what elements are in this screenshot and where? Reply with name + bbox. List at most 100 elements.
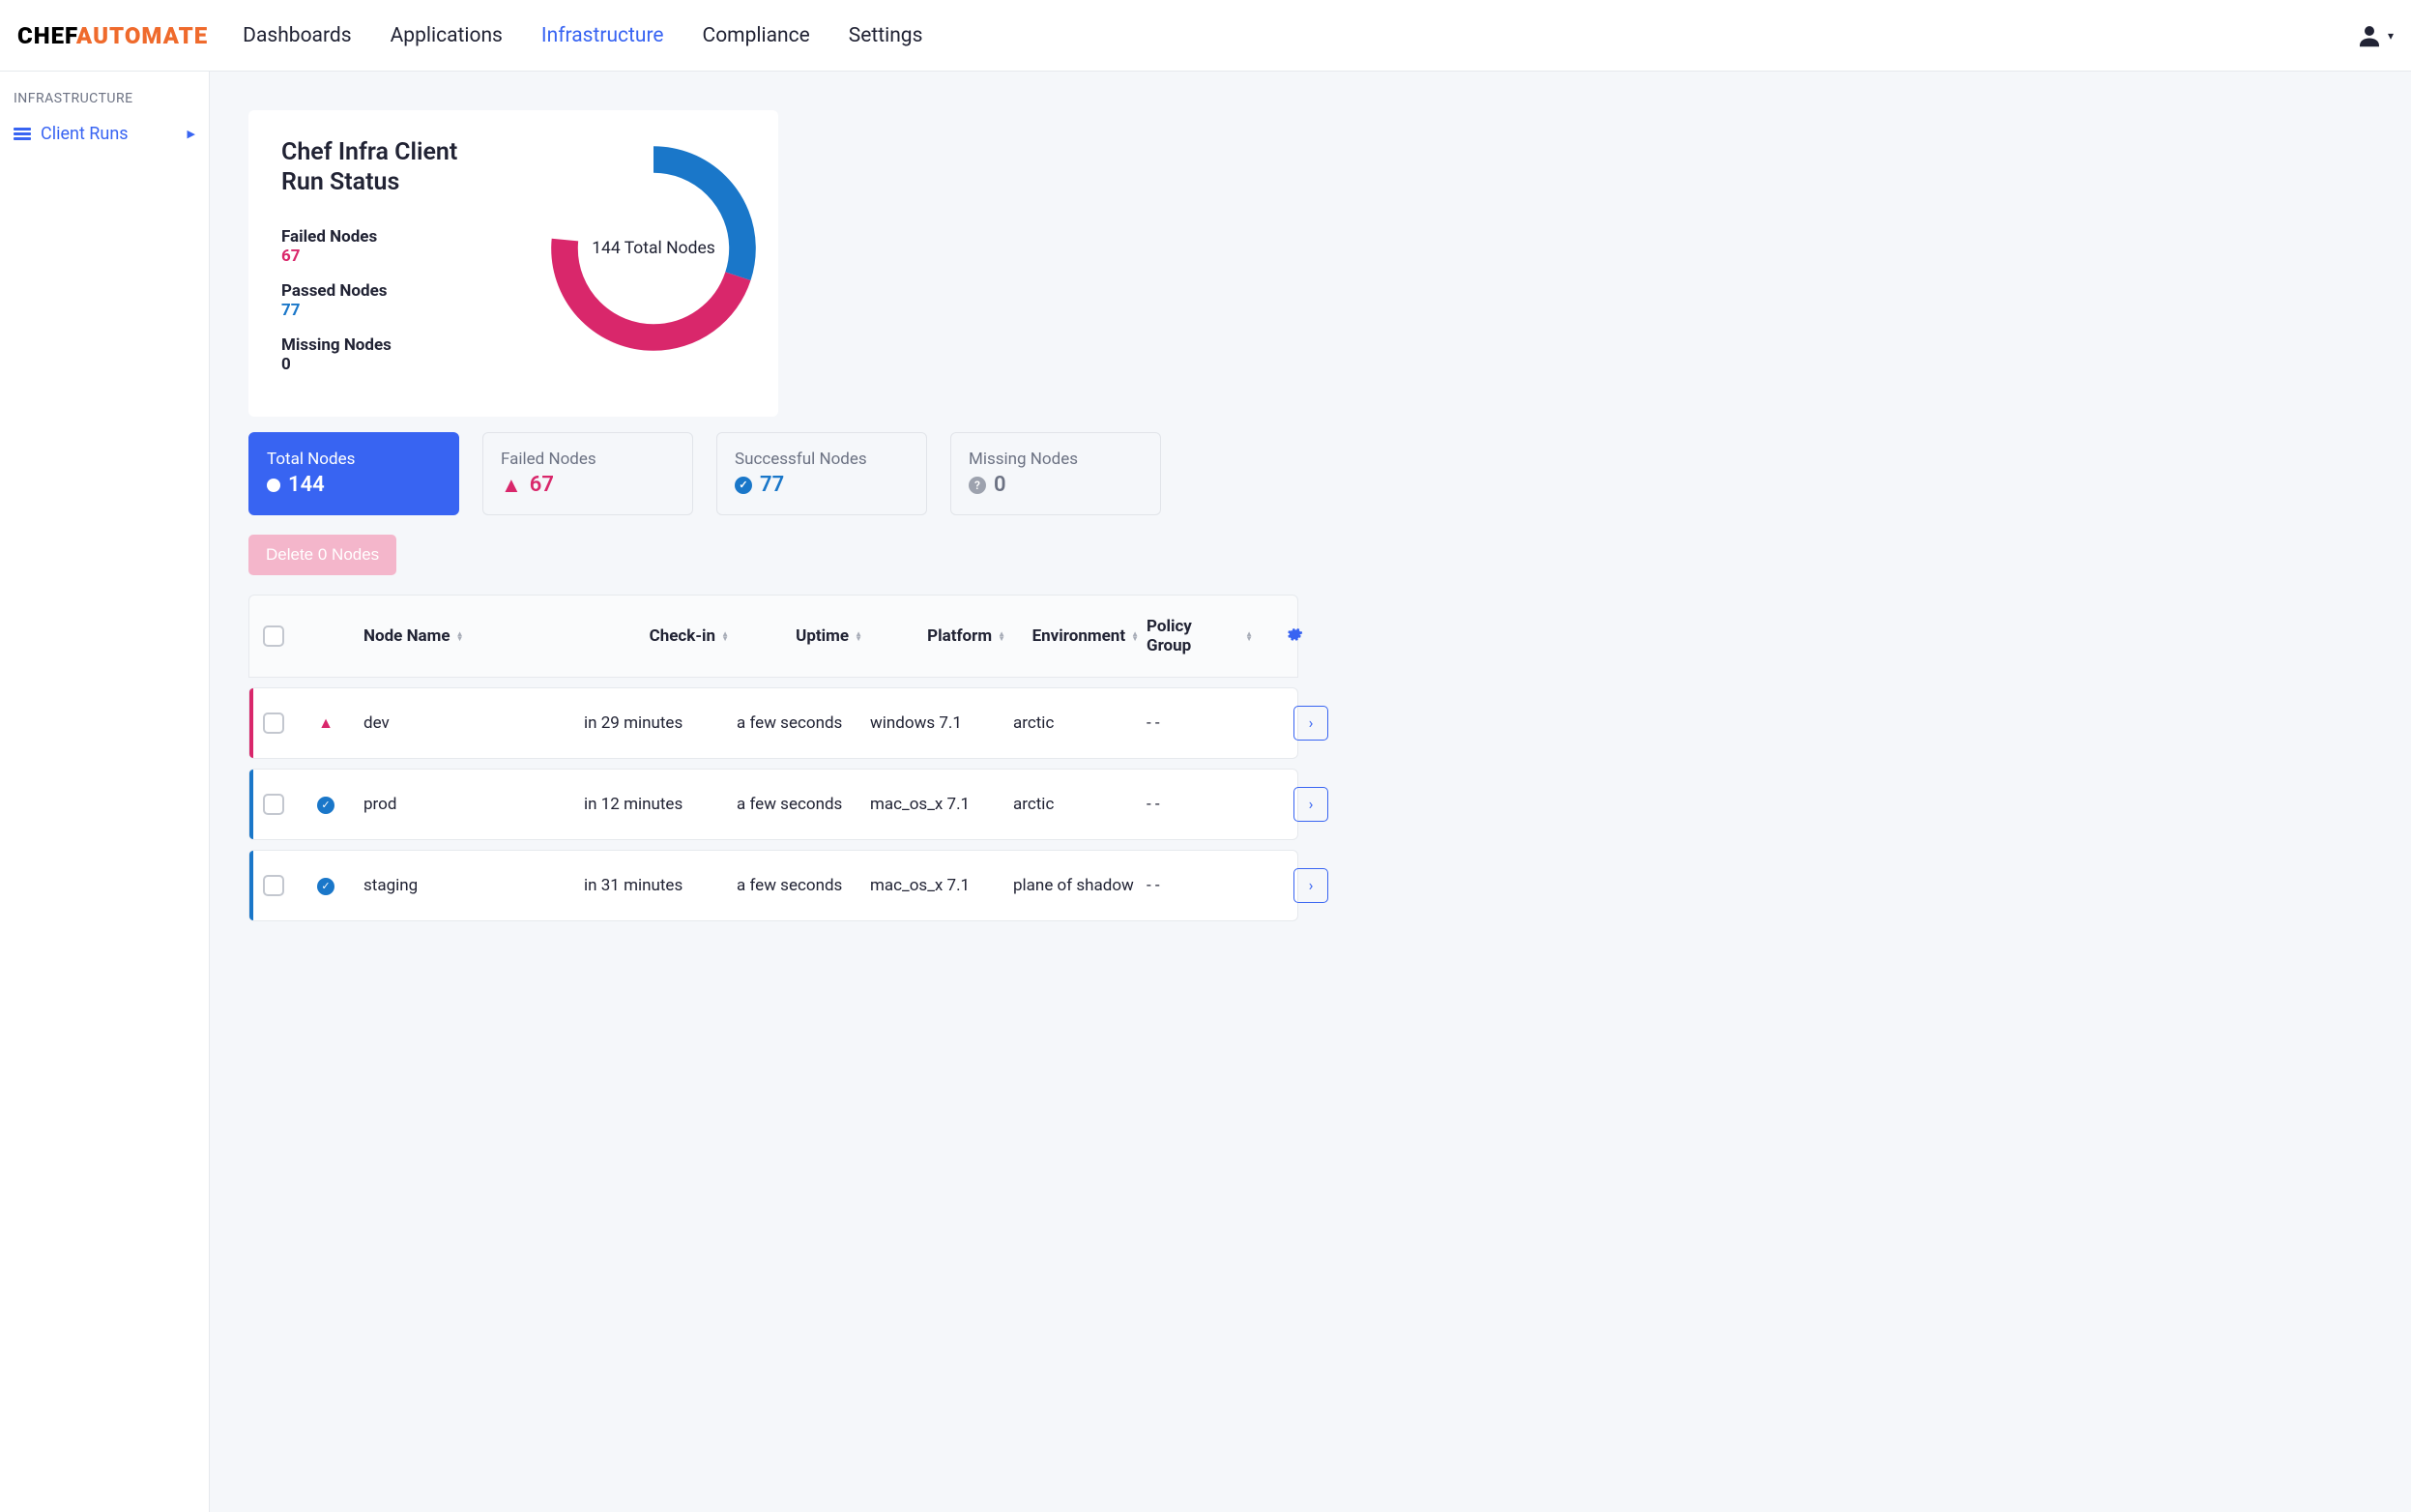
- filter-cards: Total Nodes 144 Failed Nodes ▲ 67 Success…: [248, 432, 2372, 515]
- check-circle-icon: ✓: [735, 477, 752, 494]
- failed-nodes-value: 67: [281, 247, 475, 266]
- main-content: Chef Infra Client Run Status Failed Node…: [210, 72, 2411, 1512]
- col-uptime[interactable]: Uptime▲▼: [737, 626, 862, 646]
- cell-platform: mac_os_x 7.1: [870, 795, 1005, 814]
- status-title: Chef Infra Client Run Status: [281, 137, 475, 198]
- cell-environment: arctic: [1013, 795, 1139, 814]
- gear-icon: [1286, 625, 1303, 643]
- check-circle-icon: ✓: [317, 878, 334, 895]
- filter-total-nodes[interactable]: Total Nodes 144: [248, 432, 459, 515]
- filter-value: 77: [760, 473, 784, 497]
- user-menu[interactable]: ▾: [2355, 21, 2394, 50]
- table-row[interactable]: ▲ dev in 29 minutes a few seconds window…: [248, 687, 1298, 759]
- user-icon: [2355, 21, 2384, 50]
- topbar: CHEFAUTOMATE Dashboards Applications Inf…: [0, 0, 2411, 72]
- cell-uptime: a few seconds: [737, 876, 862, 895]
- sort-icon: ▲▼: [998, 631, 1005, 641]
- chevron-down-icon: ▾: [2388, 29, 2394, 43]
- col-platform[interactable]: Platform▲▼: [870, 626, 1005, 646]
- check-circle-icon: ✓: [317, 797, 334, 814]
- row-expand-button[interactable]: ›: [1293, 706, 1328, 741]
- donut-chart: 144 Total Nodes: [542, 137, 765, 360]
- row-checkbox[interactable]: [263, 875, 284, 896]
- nav-settings[interactable]: Settings: [849, 24, 923, 47]
- filter-label: Total Nodes: [267, 450, 441, 469]
- filter-missing-nodes[interactable]: Missing Nodes ? 0: [950, 432, 1161, 515]
- col-check-in[interactable]: Check-in▲▼: [584, 626, 729, 646]
- nav-applications[interactable]: Applications: [391, 24, 503, 47]
- cell-check-in: in 29 minutes: [584, 713, 729, 733]
- cell-policy-group: - -: [1147, 713, 1253, 733]
- cell-environment: plane of shadow: [1013, 876, 1139, 895]
- passed-nodes-label: Passed Nodes: [281, 281, 475, 301]
- col-node-name[interactable]: Node Name▲▼: [363, 626, 576, 646]
- sidebar-item-label: Client Runs: [41, 124, 129, 144]
- row-expand-button[interactable]: ›: [1293, 787, 1328, 822]
- delete-nodes-button[interactable]: Delete 0 Nodes: [248, 535, 396, 575]
- chevron-right-icon: ›: [1309, 795, 1314, 813]
- cell-uptime: a few seconds: [737, 795, 862, 814]
- table-head: Node Name▲▼ Check-in▲▼ Uptime▲▼ Platform…: [248, 595, 1298, 678]
- logo-chef: CHEF: [17, 22, 76, 49]
- row-checkbox[interactable]: [263, 712, 284, 734]
- row-expand-button[interactable]: ›: [1293, 868, 1328, 903]
- row-checkbox[interactable]: [263, 794, 284, 815]
- list-icon: [14, 128, 31, 141]
- sort-icon: ▲▼: [855, 631, 862, 641]
- caret-right-icon: ▶: [188, 128, 195, 140]
- chevron-right-icon: ›: [1309, 713, 1314, 732]
- sidebar: INFRASTRUCTURE Client Runs ▶: [0, 72, 210, 1512]
- cell-policy-group: - -: [1147, 876, 1253, 895]
- nav-infrastructure[interactable]: Infrastructure: [541, 24, 664, 47]
- filter-label: Missing Nodes: [969, 450, 1143, 469]
- cell-check-in: in 31 minutes: [584, 876, 729, 895]
- failed-nodes-label: Failed Nodes: [281, 227, 475, 247]
- chevron-right-icon: ›: [1309, 876, 1314, 894]
- filter-successful-nodes[interactable]: Successful Nodes ✓ 77: [716, 432, 927, 515]
- status-stripe: [249, 851, 253, 920]
- table-row[interactable]: ✓ staging in 31 minutes a few seconds ma…: [248, 850, 1298, 921]
- sidebar-heading: INFRASTRUCTURE: [14, 91, 195, 106]
- cell-node-name: staging: [363, 876, 576, 895]
- logo: CHEFAUTOMATE: [17, 22, 208, 49]
- col-environment[interactable]: Environment▲▼: [1013, 626, 1139, 646]
- filter-label: Failed Nodes: [501, 450, 675, 469]
- logo-automate: AUTOMATE: [76, 22, 208, 49]
- cell-uptime: a few seconds: [737, 713, 862, 733]
- status-card: Chef Infra Client Run Status Failed Node…: [248, 110, 778, 417]
- filter-value: 0: [994, 473, 1006, 497]
- status-stripe: [249, 770, 253, 839]
- filter-label: Successful Nodes: [735, 450, 909, 469]
- status-stripe: [249, 688, 253, 758]
- top-nav: Dashboards Applications Infrastructure C…: [243, 24, 2355, 47]
- table-settings-button[interactable]: [1261, 625, 1328, 647]
- select-all-checkbox[interactable]: [263, 625, 284, 647]
- sort-icon: ▲▼: [456, 631, 464, 641]
- cell-node-name: prod: [363, 795, 576, 814]
- sort-icon: ▲▼: [721, 631, 729, 641]
- sort-icon: ▲▼: [1245, 631, 1253, 641]
- filter-failed-nodes[interactable]: Failed Nodes ▲ 67: [482, 432, 693, 515]
- donut-center-label: 144 Total Nodes: [542, 137, 765, 360]
- missing-nodes-label: Missing Nodes: [281, 335, 475, 355]
- nodes-table: Node Name▲▼ Check-in▲▼ Uptime▲▼ Platform…: [248, 595, 1298, 921]
- filter-value: 144: [288, 473, 325, 497]
- nav-compliance[interactable]: Compliance: [703, 24, 810, 47]
- missing-nodes-value: 0: [281, 355, 475, 374]
- warning-icon: ▲: [317, 714, 334, 732]
- cell-check-in: in 12 minutes: [584, 795, 729, 814]
- cell-environment: arctic: [1013, 713, 1139, 733]
- passed-nodes-value: 77: [281, 301, 475, 320]
- cell-platform: windows 7.1: [870, 713, 1005, 733]
- cell-platform: mac_os_x 7.1: [870, 876, 1005, 895]
- sidebar-item-client-runs[interactable]: Client Runs ▶: [14, 120, 195, 148]
- col-policy-group[interactable]: Policy Group▲▼: [1147, 617, 1253, 655]
- nav-dashboards[interactable]: Dashboards: [243, 24, 351, 47]
- cell-policy-group: - -: [1147, 795, 1253, 814]
- cell-node-name: dev: [363, 713, 576, 733]
- filter-value: 67: [530, 473, 554, 497]
- question-circle-icon: ?: [969, 477, 986, 494]
- warning-icon: ▲: [501, 473, 522, 498]
- sort-icon: ▲▼: [1131, 631, 1139, 641]
- table-row[interactable]: ✓ prod in 12 minutes a few seconds mac_o…: [248, 769, 1298, 840]
